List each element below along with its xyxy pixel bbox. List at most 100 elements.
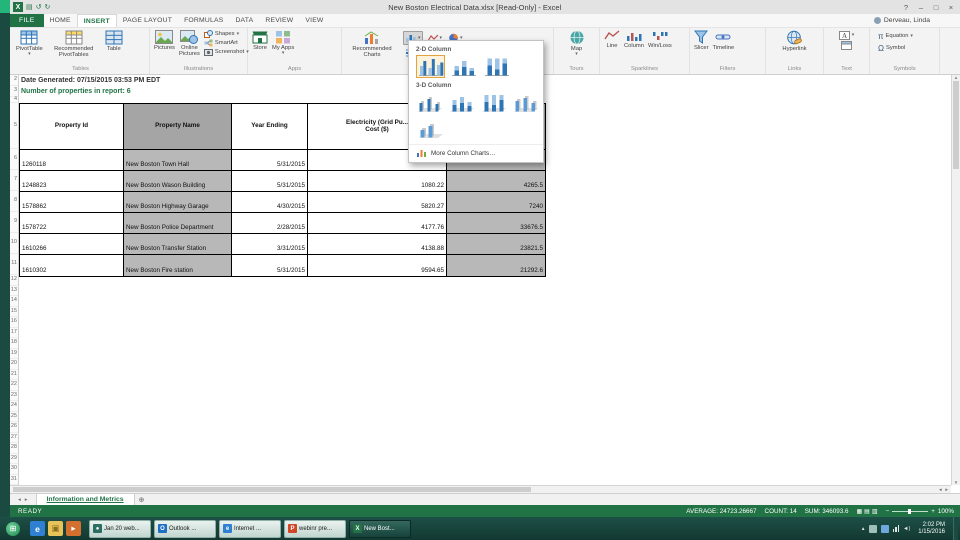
sparkline-column-button[interactable]: Column — [622, 29, 646, 50]
row-header-17[interactable]: 17 — [10, 328, 18, 338]
row-header-19[interactable]: 19 — [10, 349, 18, 359]
page-break-view-icon[interactable]: ▥ — [872, 508, 878, 515]
sheet-meta-line2[interactable]: Number of properties in report: 6 — [21, 88, 131, 95]
pictures-button[interactable]: Pictures — [152, 29, 177, 52]
timeline-button[interactable]: Timeline — [711, 29, 737, 52]
taskbar-clock[interactable]: 2:02 PM 1/15/2016 — [914, 522, 949, 536]
row-header-18[interactable]: 18 — [10, 338, 18, 349]
tray-expand-icon[interactable]: ▴ — [862, 526, 865, 532]
row-header-5[interactable]: 5 — [10, 103, 18, 149]
horizontal-scroll-thumb[interactable] — [13, 487, 531, 492]
show-desktop-button[interactable] — [953, 517, 958, 540]
cell-col5[interactable]: 21292.6 — [447, 255, 545, 276]
3d-stacked-column-option[interactable] — [448, 91, 476, 114]
taskbar-button-new-boston-excel[interactable]: X New Bost... — [349, 519, 411, 538]
row-header-28[interactable]: 28 — [10, 443, 18, 454]
cell-col5[interactable]: 33676.5 — [447, 213, 545, 234]
cell-year-ending[interactable]: 5/31/2015 — [232, 171, 308, 192]
excel-app-icon[interactable]: X — [13, 2, 23, 12]
zoom-slider[interactable] — [892, 508, 929, 514]
maximize-button[interactable]: □ — [929, 1, 943, 13]
3d-column-alt-option[interactable] — [416, 117, 445, 140]
cell-col5[interactable]: 23821.5 — [447, 234, 545, 255]
cell-property-id[interactable]: 1610302 — [20, 255, 124, 276]
cell-property-name[interactable]: New Boston Fire station — [124, 255, 232, 276]
tab-file[interactable]: FILE — [10, 14, 44, 27]
cell-year-ending[interactable]: 5/31/2015 — [232, 150, 308, 171]
row-header-30[interactable]: 30 — [10, 464, 18, 475]
text-box-button[interactable]: A ▾ — [837, 31, 857, 40]
header-property-name[interactable]: Property Name — [124, 104, 232, 150]
scroll-right-icon[interactable]: ► — [945, 487, 949, 492]
3d-100-stacked-column-option[interactable] — [480, 91, 508, 114]
tab-insert[interactable]: INSERT — [76, 14, 117, 27]
sparkline-winloss-button[interactable]: Win/Loss — [646, 29, 674, 50]
equation-button[interactable]: π Equation ▾ — [876, 32, 915, 42]
vertical-scrollbar[interactable]: ▲ ▼ — [951, 75, 960, 485]
row-header-11[interactable]: 11 — [10, 254, 18, 275]
map-button[interactable]: Map ▾ — [567, 29, 587, 58]
sheet-nav-right-icon[interactable]: ▸ — [25, 497, 28, 503]
start-button[interactable]: ⊞ — [0, 517, 26, 540]
symbol-button[interactable]: Ω Symbol — [876, 44, 907, 54]
table-button[interactable]: Table — [103, 29, 125, 53]
row-header-29[interactable]: 29 — [10, 454, 18, 464]
sheet-nav-left-icon[interactable]: ◂ — [18, 497, 21, 503]
scroll-left-icon[interactable]: ◄ — [938, 487, 942, 492]
row-header-2[interactable]: 2 — [10, 75, 18, 86]
cell-property-name[interactable]: New Boston Highway Garage — [124, 192, 232, 213]
row-header-7[interactable]: 7 — [10, 170, 18, 191]
taskbar-button-webinar-presentation[interactable]: Pwebinr pre... — [284, 519, 346, 538]
tray-app-icon[interactable] — [868, 524, 877, 533]
sheet-meta-line1[interactable]: Date Generated: 07/15/2015 03:53 PM EDT — [21, 77, 160, 84]
zoom-level[interactable]: 100% — [938, 508, 954, 515]
network-icon[interactable] — [892, 525, 900, 532]
row-header-22[interactable]: 22 — [10, 380, 18, 391]
pivottable-button[interactable]: PivotTable ▾ — [14, 29, 45, 58]
tab-view[interactable]: VIEW — [299, 14, 329, 27]
taskbar-button-internet[interactable]: e Internet ... — [219, 519, 281, 538]
header-footer-button[interactable] — [839, 41, 854, 50]
3d-column-option[interactable] — [512, 91, 540, 114]
hyperlink-button[interactable]: Hyperlink — [780, 29, 808, 53]
media-player-icon[interactable]: ▸ — [66, 521, 81, 536]
slicer-button[interactable]: Slicer — [692, 29, 711, 52]
header-year-ending[interactable]: Year Ending — [232, 104, 308, 150]
tab-home[interactable]: HOME — [44, 14, 77, 27]
internet-explorer-icon[interactable]: e — [30, 521, 45, 536]
row-header-21[interactable]: 21 — [10, 370, 18, 380]
row-header-20[interactable]: 20 — [10, 359, 18, 370]
cell-property-name[interactable]: New Boston Transfer Station — [124, 234, 232, 255]
row-header-14[interactable]: 14 — [10, 296, 18, 307]
tray-app-icon[interactable] — [880, 524, 889, 533]
row-header-10[interactable]: 10 — [10, 233, 18, 254]
screenshot-button[interactable]: Screenshot ▾ — [202, 48, 251, 56]
cell-property-id[interactable]: 1610266 — [20, 234, 124, 255]
row-header-24[interactable]: 24 — [10, 401, 18, 412]
stacked-column-option[interactable] — [449, 55, 478, 78]
3d-clustered-column-option[interactable] — [416, 91, 444, 114]
cell-property-name[interactable]: New Boston Police Department — [124, 213, 232, 234]
zoom-slider-knob[interactable] — [908, 508, 912, 514]
cell-electricity-cost[interactable]: 1080.22 — [308, 171, 447, 192]
store-button[interactable]: Store — [250, 29, 270, 52]
tab-formulas[interactable]: FORMULAS — [178, 14, 229, 27]
row-header-23[interactable]: 23 — [10, 391, 18, 401]
my-apps-button[interactable]: My Apps ▾ — [270, 29, 296, 57]
smartart-button[interactable]: SmartArt — [202, 39, 251, 47]
new-sheet-button[interactable]: ⊕ — [135, 494, 149, 505]
cell-year-ending[interactable]: 4/30/2015 — [232, 192, 308, 213]
shapes-button[interactable]: Shapes ▾ — [202, 30, 251, 38]
cell-property-name[interactable]: New Boston Town Hall — [124, 150, 232, 171]
horizontal-scrollbar[interactable]: ◄ ► — [10, 485, 951, 493]
row-header-9[interactable]: 9 — [10, 212, 18, 233]
normal-view-icon[interactable]: ▦ — [857, 508, 863, 515]
clustered-column-option[interactable] — [416, 55, 445, 78]
cell-property-id[interactable]: 1578862 — [20, 192, 124, 213]
more-column-charts-item[interactable]: More Column Charts… — [409, 144, 543, 160]
row-header-25[interactable]: 25 — [10, 412, 18, 422]
file-explorer-icon[interactable]: ▣ — [48, 521, 63, 536]
recommended-charts-button[interactable]: Recommended Charts — [344, 29, 400, 60]
zoom-out-icon[interactable]: − — [886, 508, 890, 515]
100-stacked-column-option[interactable] — [482, 55, 511, 78]
